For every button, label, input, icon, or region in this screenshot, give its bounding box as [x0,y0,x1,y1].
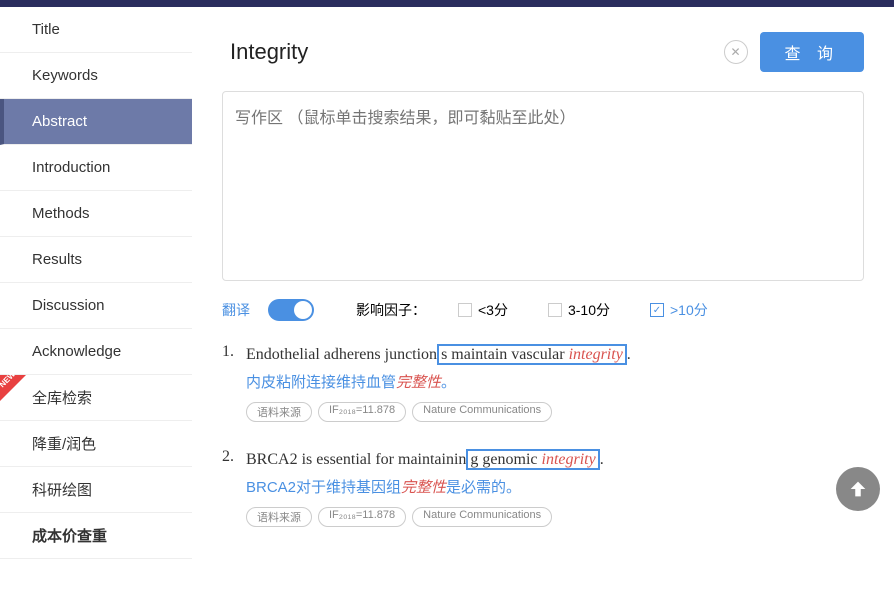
sidebar-item-methods[interactable]: Methods [0,191,192,237]
sidebar-item-full-search[interactable]: NEW 全库检索 [0,375,192,421]
close-icon: ✕ [731,45,741,59]
impact-factor-label: 影响因子： [356,300,426,320]
translate-label: 翻译 [222,300,250,320]
result-item[interactable]: 1. Endothelial adherens junctions mainta… [222,343,864,422]
sidebar-item-discussion[interactable]: Discussion [0,283,192,329]
sidebar-item-title[interactable]: Title [0,7,192,53]
results-list: 1. Endothelial adherens junctions mainta… [222,343,864,553]
arrow-up-icon [847,478,869,500]
checkbox-icon [458,303,472,317]
filter-row: 翻译 影响因子： <3分 3-10分 ✓>10分 [222,299,864,321]
sidebar-item-plagiarism[interactable]: 成本价查重 [0,513,192,559]
highlight-box: s maintain vascular integrity [437,344,627,365]
sidebar-item-results[interactable]: Results [0,237,192,283]
search-input[interactable] [222,31,724,73]
result-sentence: BRCA2 is essential for maintaining genom… [246,448,864,472]
scroll-top-button[interactable] [836,467,880,511]
tag-if[interactable]: IF₂₀₁₈=11.878 [318,507,406,527]
if-filter-gt10[interactable]: ✓>10分 [650,300,708,320]
tag-source[interactable]: 语料来源 [246,507,312,527]
if-filter-lt3[interactable]: <3分 [458,300,508,320]
checkbox-icon [548,303,562,317]
tag-journal[interactable]: Nature Communications [412,402,552,422]
main-panel: ✕ 查 询 翻译 影响因子： <3分 3-10分 ✓>10分 1. Endoth… [192,7,894,591]
result-translation: 内皮粘附连接维持血管完整性。 [246,371,864,392]
if-filter-3-10[interactable]: 3-10分 [548,300,610,320]
highlight-box: g genomic integrity [466,449,599,470]
checkbox-checked-icon: ✓ [650,303,664,317]
query-button[interactable]: 查 询 [760,32,864,72]
result-item[interactable]: 2. BRCA2 is essential for maintaining ge… [222,448,864,527]
sidebar-item-figures[interactable]: 科研绘图 [0,467,192,513]
top-bar [0,0,894,7]
tag-journal[interactable]: Nature Communications [412,507,552,527]
sidebar: Title Keywords Abstract Introduction Met… [0,7,192,591]
result-sentence: Endothelial adherens junctions maintain … [246,343,864,367]
result-translation: BRCA2对于维持基因组完整性是必需的。 [246,476,864,497]
result-tags: 语料来源 IF₂₀₁₈=11.878 Nature Communications [246,507,864,527]
sidebar-item-introduction[interactable]: Introduction [0,145,192,191]
sidebar-item-keywords[interactable]: Keywords [0,53,192,99]
translate-toggle[interactable] [268,299,314,321]
result-number: 2. [222,448,246,527]
tag-source[interactable]: 语料来源 [246,402,312,422]
new-badge: NEW [0,375,26,401]
sidebar-item-rewrite[interactable]: 降重/润色 [0,421,192,467]
result-number: 1. [222,343,246,422]
clear-button[interactable]: ✕ [724,40,748,64]
sidebar-item-abstract[interactable]: Abstract [0,99,192,145]
write-area[interactable] [222,91,864,281]
tag-if[interactable]: IF₂₀₁₈=11.878 [318,402,406,422]
result-tags: 语料来源 IF₂₀₁₈=11.878 Nature Communications [246,402,864,422]
sidebar-item-acknowledge[interactable]: Acknowledge [0,329,192,375]
